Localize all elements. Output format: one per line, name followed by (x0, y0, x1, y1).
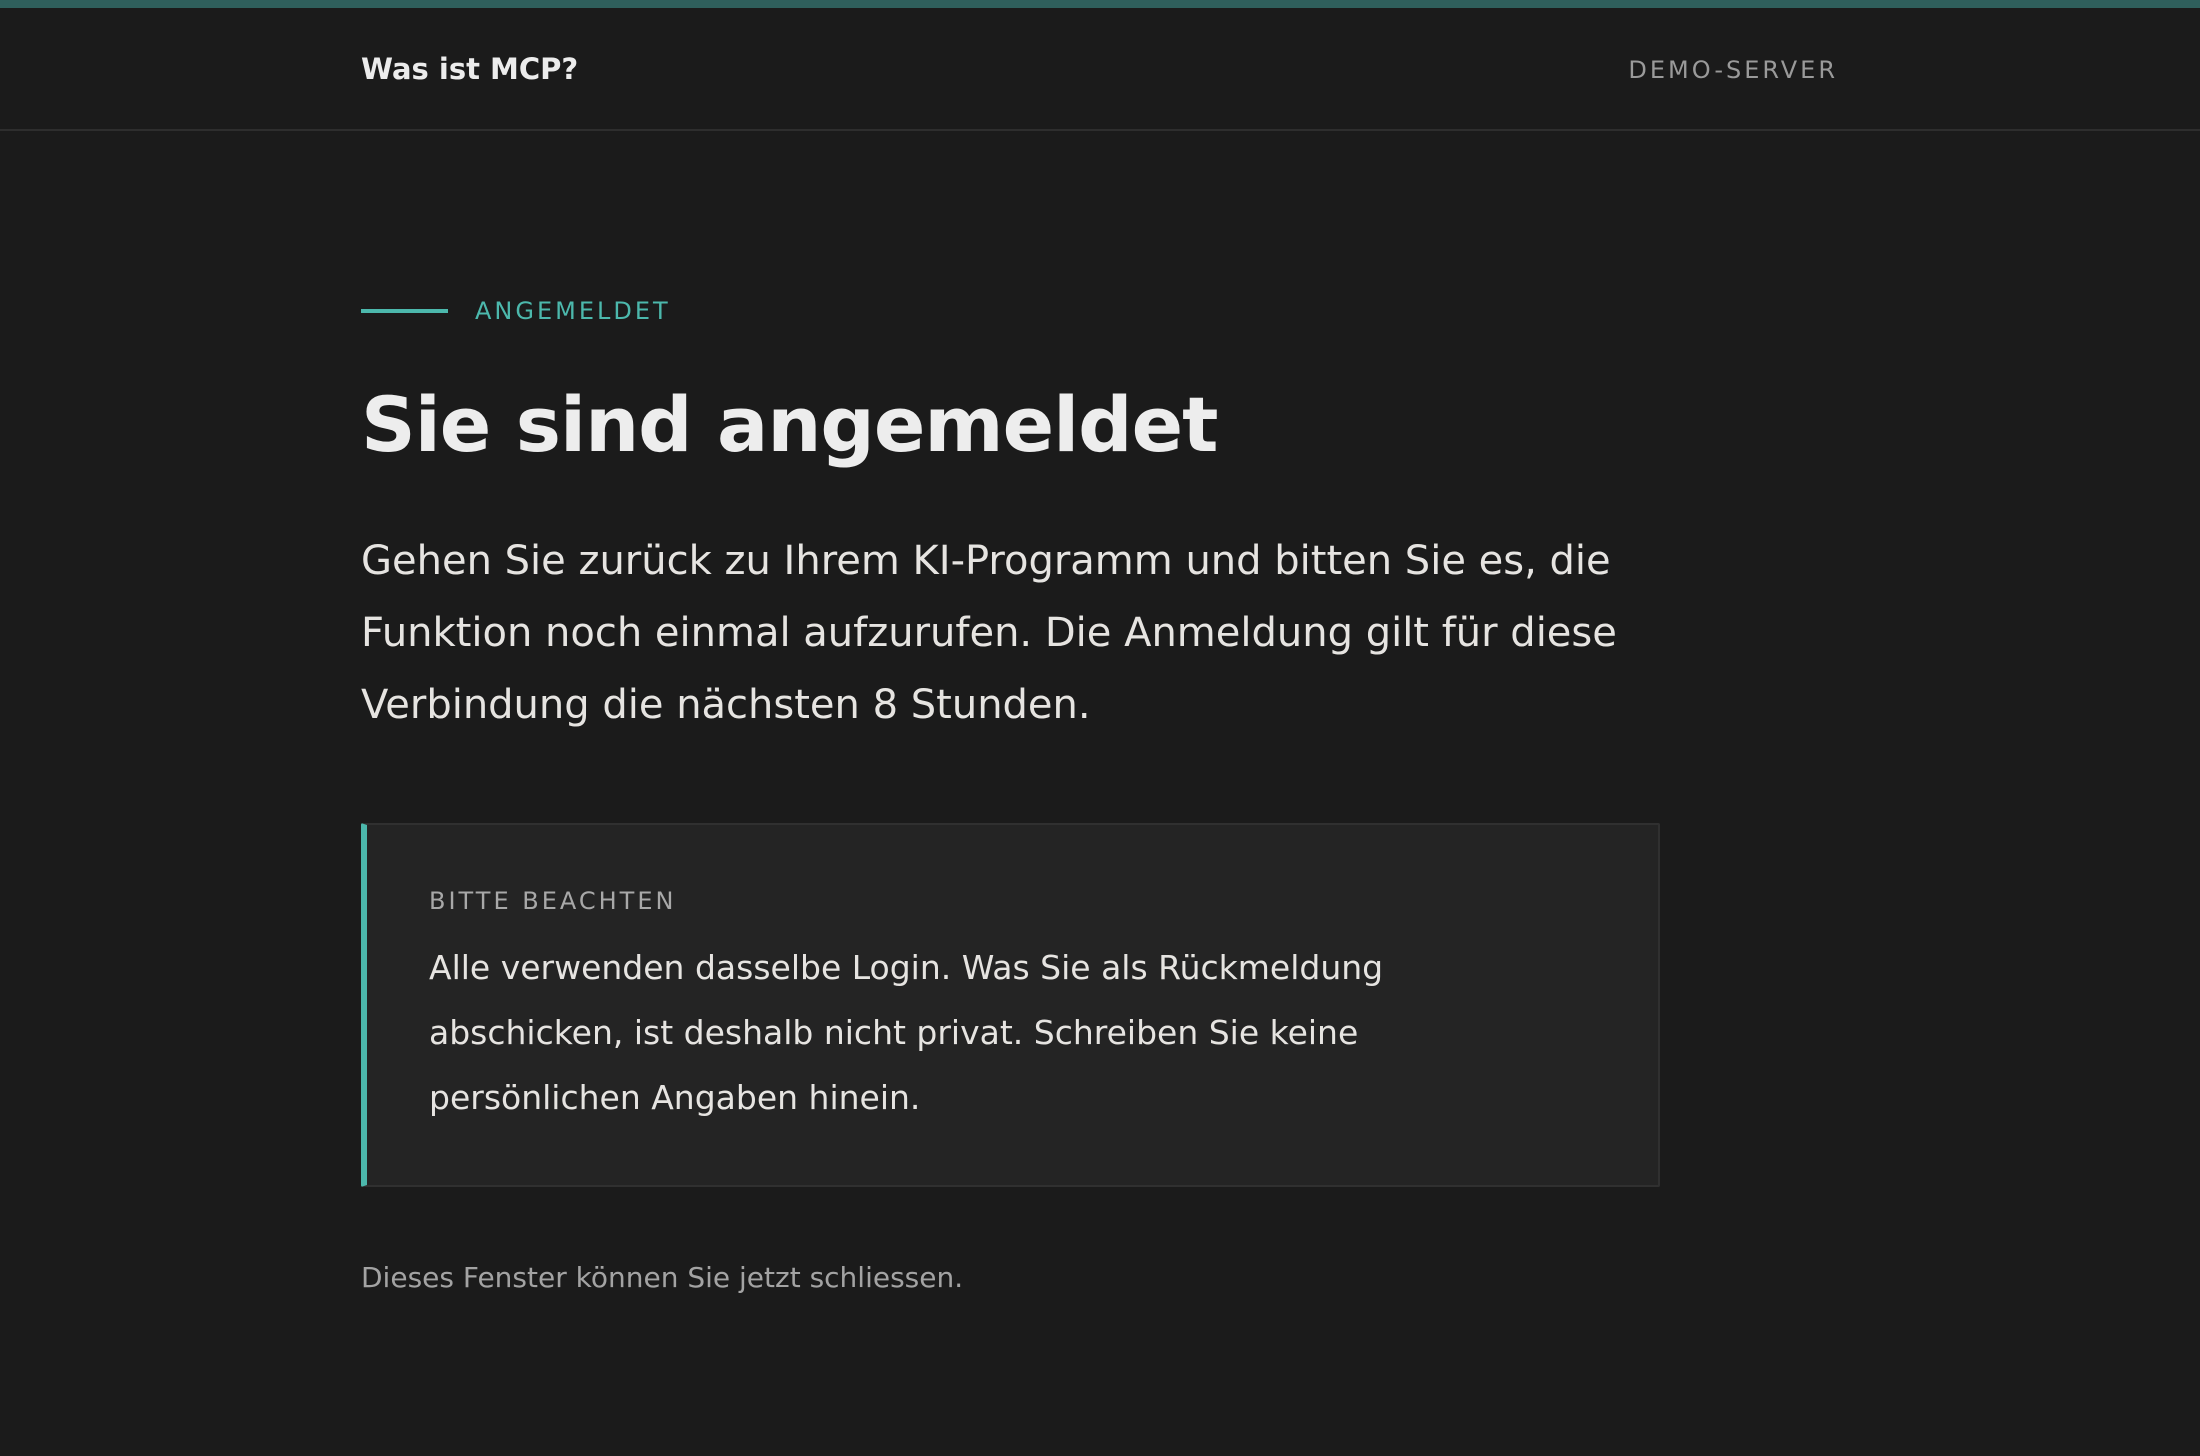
top-accent-bar (0, 0, 2200, 8)
notice-box: BITTE BEACHTEN Alle verwenden dasselbe L… (361, 823, 1660, 1187)
notice-text: Alle verwenden dasselbe Login. Was Sie a… (429, 948, 1384, 1117)
eyebrow-line (361, 309, 448, 313)
server-label: DEMO-SERVER (1628, 56, 1838, 84)
lead-paragraph: Gehen Sie zurück zu Ihrem KI-Programm un… (361, 538, 1617, 728)
page-title: Sie sind angemeldet (361, 380, 1218, 469)
eyebrow-label: ANGEMELDET (475, 297, 671, 325)
close-window-hint: Dieses Fenster können Sie jetzt schliess… (361, 1261, 964, 1294)
status-eyebrow: ANGEMELDET (361, 295, 671, 327)
notice-label: BITTE BEACHTEN (429, 887, 677, 915)
brand-link[interactable]: Was ist MCP? (361, 52, 578, 86)
site-header: Was ist MCP? DEMO-SERVER (0, 8, 2200, 131)
